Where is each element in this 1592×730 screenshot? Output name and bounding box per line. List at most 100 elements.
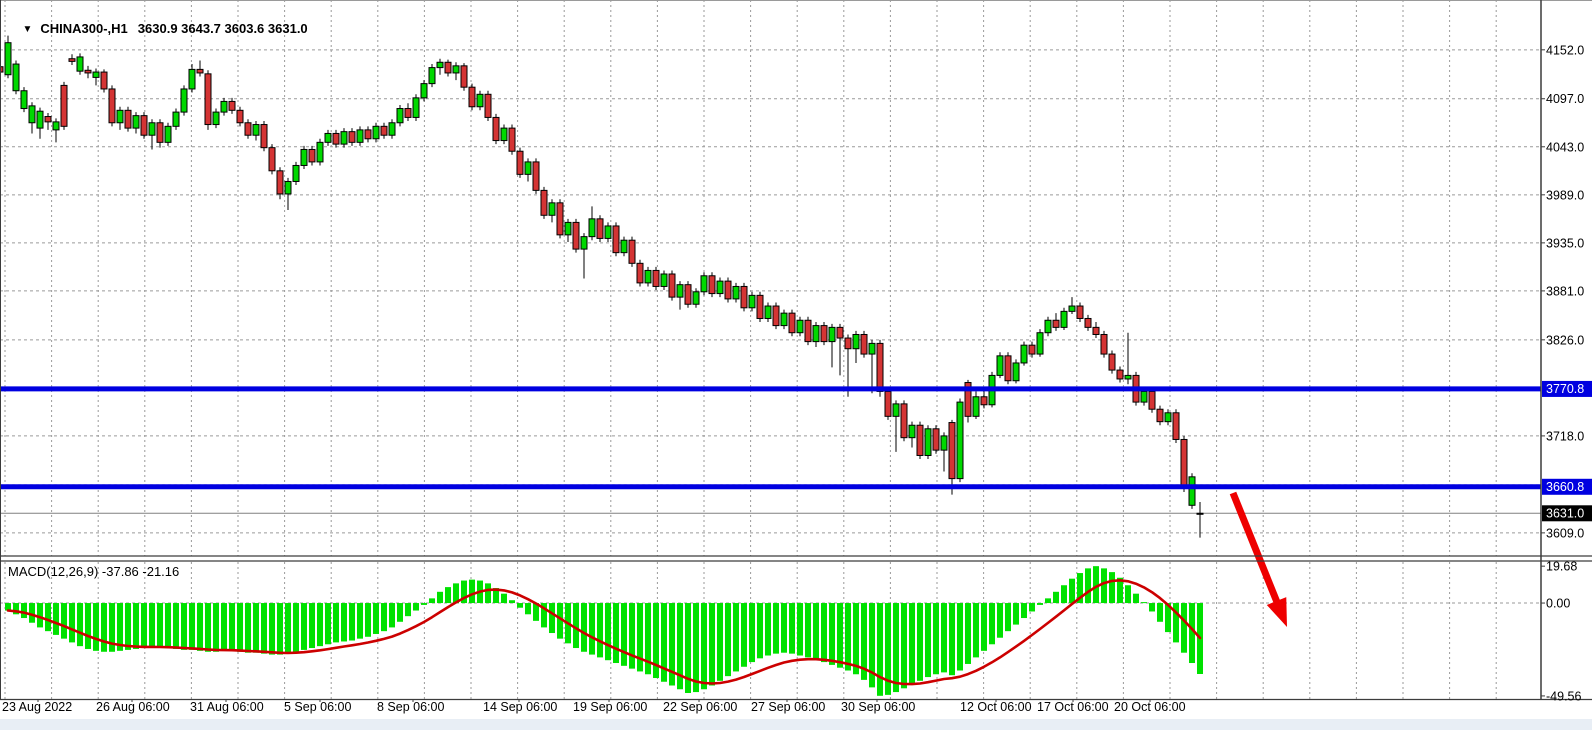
candle-body bbox=[845, 338, 851, 349]
candle-body bbox=[869, 343, 875, 354]
macd-histogram-bar bbox=[845, 603, 851, 670]
macd-histogram-bar bbox=[1125, 585, 1131, 603]
candle-body bbox=[29, 106, 35, 123]
macd-histogram-bar bbox=[1085, 568, 1091, 603]
candle-body bbox=[693, 292, 699, 304]
time-axis-label[interactable]: 31 Aug 06:00 bbox=[190, 700, 264, 714]
macd-histogram-bar bbox=[1181, 603, 1187, 653]
macd-histogram-bar bbox=[61, 603, 67, 639]
candle-body bbox=[765, 306, 771, 318]
candle-body bbox=[805, 320, 811, 341]
price-axis-label: 3609.0 bbox=[1546, 526, 1584, 540]
macd-histogram-bar bbox=[877, 603, 883, 696]
candle-body bbox=[1029, 345, 1035, 354]
price-badge-label: 3770.8 bbox=[1546, 382, 1584, 396]
time-axis-label[interactable]: 19 Sep 06:00 bbox=[573, 700, 647, 714]
candle-body bbox=[741, 286, 747, 307]
macd-histogram-bar bbox=[749, 603, 755, 662]
macd-histogram-bar bbox=[45, 603, 51, 631]
candle-body bbox=[493, 117, 499, 140]
time-axis-label[interactable]: 5 Sep 06:00 bbox=[284, 700, 351, 714]
macd-histogram-bar bbox=[525, 603, 531, 614]
time-axis-label[interactable]: 22 Sep 06:00 bbox=[663, 700, 737, 714]
time-axis-label[interactable]: 20 Oct 06:00 bbox=[1114, 700, 1186, 714]
candle-body bbox=[677, 285, 683, 297]
candle-body bbox=[61, 85, 67, 126]
macd-histogram-bar bbox=[757, 603, 763, 658]
macd-histogram-bar bbox=[421, 603, 427, 605]
candle-body bbox=[325, 133, 331, 142]
macd-histogram-bar bbox=[237, 603, 243, 652]
macd-histogram-bar bbox=[349, 603, 355, 640]
time-axis-label[interactable]: 26 Aug 06:00 bbox=[96, 700, 170, 714]
candle-body bbox=[597, 219, 603, 239]
candle-body bbox=[45, 117, 51, 122]
macd-histogram-bar bbox=[21, 603, 27, 618]
candle-body bbox=[893, 404, 899, 416]
price-axis-label: 4152.0 bbox=[1546, 43, 1584, 57]
symbol-dropdown-icon[interactable]: ▼ bbox=[22, 24, 32, 35]
time-axis-label[interactable]: 14 Sep 06:00 bbox=[483, 700, 557, 714]
macd-histogram-bar bbox=[1021, 603, 1027, 618]
macd-histogram-bar bbox=[1005, 603, 1011, 631]
macd-histogram-bar bbox=[53, 603, 59, 635]
macd-histogram-bar bbox=[285, 603, 291, 654]
macd-axis-label: 19.68 bbox=[1546, 560, 1577, 574]
price-axis-label: 3826.0 bbox=[1546, 333, 1584, 347]
time-axis-label[interactable]: 17 Oct 06:00 bbox=[1037, 700, 1109, 714]
candle-body bbox=[405, 109, 411, 118]
candle-body bbox=[389, 123, 395, 135]
macd-histogram-bar bbox=[965, 603, 971, 664]
candle-body bbox=[813, 326, 819, 342]
candle-body bbox=[653, 270, 659, 286]
candle-body bbox=[701, 276, 707, 292]
candle-body bbox=[1165, 413, 1171, 422]
time-axis-label[interactable]: 30 Sep 06:00 bbox=[841, 700, 915, 714]
macd-histogram-bar bbox=[1133, 594, 1139, 603]
macd-histogram-bar bbox=[397, 603, 403, 622]
candle-body bbox=[917, 425, 923, 455]
current-price-badge-label: 3631.0 bbox=[1546, 506, 1584, 520]
macd-histogram-bar bbox=[213, 603, 219, 652]
macd-histogram-bar bbox=[149, 603, 155, 647]
macd-histogram-bar bbox=[893, 603, 899, 692]
candle-body bbox=[1189, 477, 1195, 505]
macd-histogram-bar bbox=[437, 592, 443, 603]
candle-body bbox=[453, 66, 459, 73]
candle-body bbox=[781, 313, 787, 325]
chart-canvas[interactable]: 3770.83660.83631.04152.04097.04043.03989… bbox=[0, 0, 1592, 730]
macd-histogram-bar bbox=[229, 603, 235, 651]
time-axis-label[interactable]: 8 Sep 06:00 bbox=[377, 700, 444, 714]
macd-histogram-bar bbox=[589, 603, 595, 655]
candle-body bbox=[1181, 439, 1187, 485]
candle-body bbox=[1125, 375, 1131, 379]
candle-body bbox=[861, 334, 867, 354]
macd-histogram-bar bbox=[77, 603, 83, 646]
macd-axis-label: -49.56 bbox=[1546, 689, 1581, 703]
candle-body bbox=[981, 397, 987, 405]
candle-body bbox=[1117, 370, 1123, 379]
macd-histogram-bar bbox=[981, 603, 987, 651]
macd-histogram-bar bbox=[341, 603, 347, 641]
macd-histogram-bar bbox=[469, 580, 475, 603]
macd-histogram-bar bbox=[1029, 603, 1035, 611]
trend-arrow-shaft[interactable] bbox=[1233, 493, 1279, 607]
trend-arrow-head[interactable] bbox=[1267, 597, 1287, 627]
macd-histogram-bar bbox=[797, 603, 803, 655]
macd-histogram-bar bbox=[101, 603, 107, 652]
candle-body bbox=[1077, 306, 1083, 318]
candle-body bbox=[933, 429, 939, 450]
candle-body bbox=[1141, 391, 1147, 402]
macd-histogram-bar bbox=[1037, 603, 1043, 605]
macd-histogram-bar bbox=[717, 603, 723, 681]
candle-body bbox=[549, 203, 555, 215]
macd-histogram-bar bbox=[165, 603, 171, 648]
candle-body bbox=[853, 334, 859, 348]
time-axis-label[interactable]: 23 Aug 2022 bbox=[2, 700, 72, 714]
candle-body bbox=[149, 123, 155, 135]
candle-body bbox=[109, 89, 115, 123]
candle-body bbox=[837, 327, 843, 338]
macd-histogram-bar bbox=[309, 603, 315, 648]
time-axis-label[interactable]: 12 Oct 06:00 bbox=[960, 700, 1032, 714]
time-axis-label[interactable]: 27 Sep 06:00 bbox=[751, 700, 825, 714]
